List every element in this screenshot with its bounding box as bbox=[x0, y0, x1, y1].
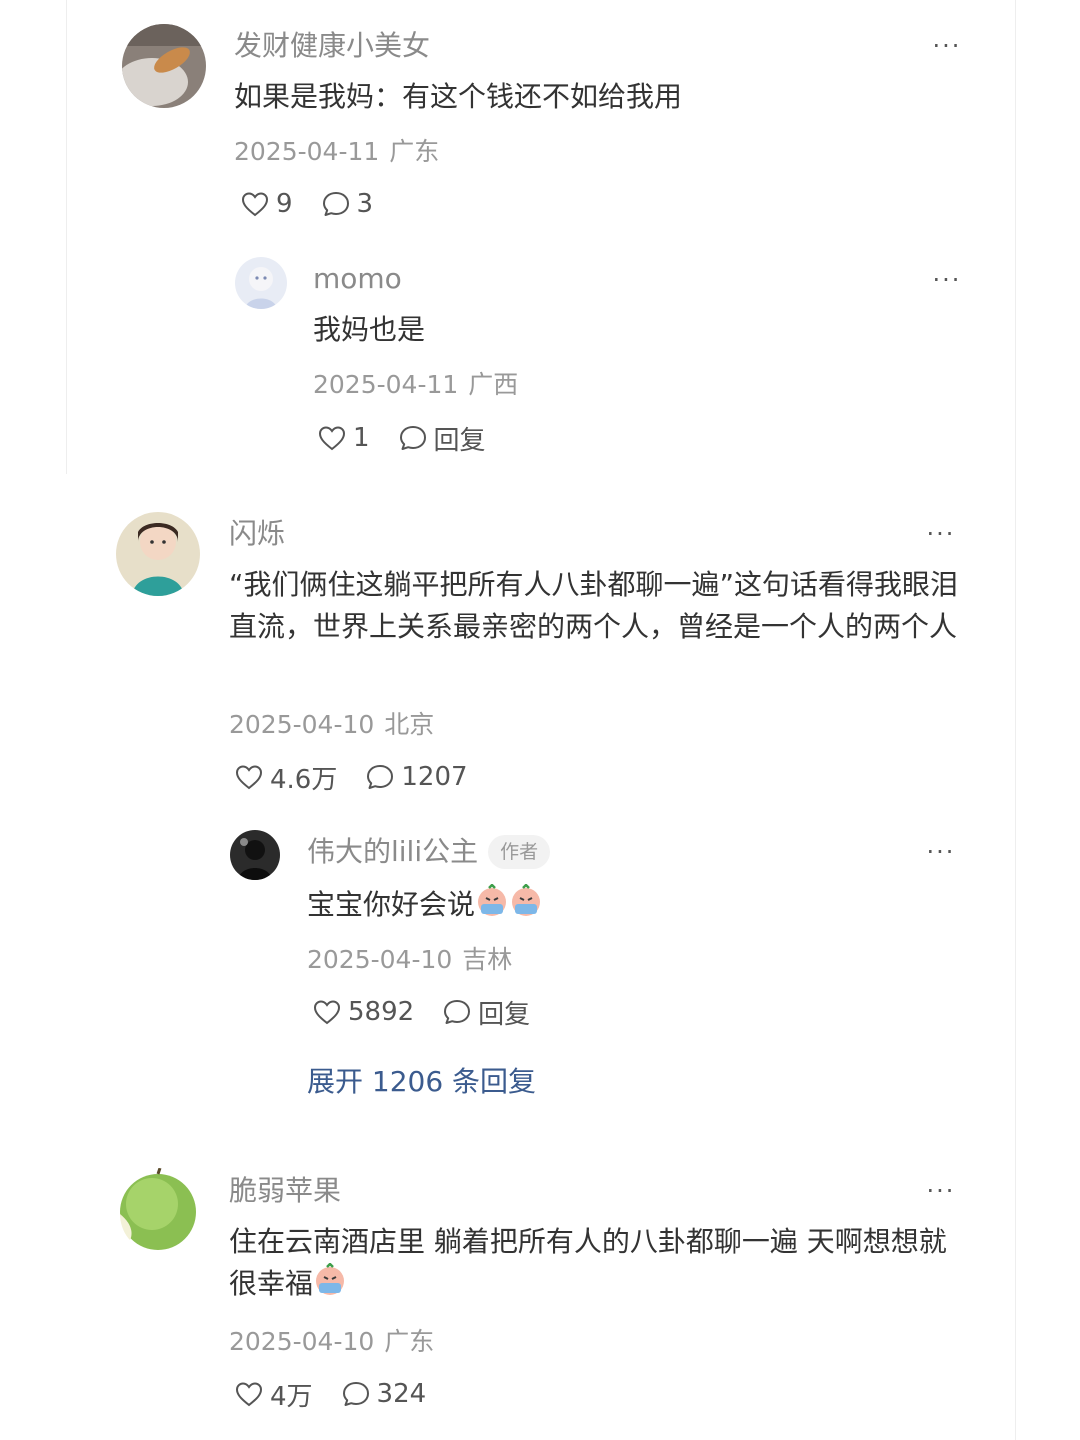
speech-bubble-icon bbox=[399, 426, 426, 450]
comment-text: “我们俩住这躺平把所有人八卦都聊一遍”这句话看得我眼泪直流，世界上关系最亲密的两… bbox=[229, 568, 959, 643]
like-button[interactable]: 4万 bbox=[234, 1376, 313, 1413]
like-count: 1 bbox=[353, 423, 370, 453]
reply-button[interactable]: 回复 bbox=[442, 994, 530, 1031]
more-dots-icon[interactable]: ··· bbox=[924, 1179, 958, 1203]
comment-meta: 2025-04-11 广东 bbox=[234, 136, 439, 168]
comment-date: 2025-04-10 bbox=[229, 710, 375, 739]
comment-date: 2025-04-10 bbox=[229, 1327, 375, 1356]
comment-button[interactable]: 3 bbox=[321, 189, 374, 219]
comment-text: 住在云南酒店里 躺着把所有人的八卦都聊一遍 天啊想想就很幸福 bbox=[229, 1221, 969, 1305]
crying-face-emoji bbox=[478, 884, 507, 916]
crying-face-emoji bbox=[512, 884, 541, 916]
reply-date: 2025-04-11 bbox=[313, 370, 459, 399]
speech-bubble-icon bbox=[444, 1000, 471, 1024]
reply-meta: 2025-04-11 广西 bbox=[313, 369, 518, 401]
heart-outline-icon bbox=[241, 192, 269, 217]
comment-username[interactable]: 闪烁 bbox=[229, 516, 285, 552]
reply-username[interactable]: momo bbox=[313, 261, 402, 297]
reply-actions: 1 回复 bbox=[317, 420, 486, 457]
avatar[interactable] bbox=[122, 24, 206, 108]
comment-location: 广东 bbox=[384, 1327, 435, 1356]
comment-meta: 2025-04-10 广东 bbox=[229, 1326, 434, 1358]
reply-date: 2025-04-10 bbox=[307, 945, 453, 974]
reply-text-content: 宝宝你好会说 bbox=[307, 888, 476, 921]
comment-text: 如果是我妈：有这个钱还不如给我用 bbox=[234, 80, 683, 113]
reply-location: 吉林 bbox=[462, 945, 513, 974]
reply-label: 回复 bbox=[433, 425, 486, 456]
comment-username[interactable]: 发财健康小美女 bbox=[234, 28, 430, 64]
like-button[interactable]: 5892 bbox=[312, 997, 414, 1027]
like-button[interactable]: 4.6万 bbox=[234, 759, 337, 796]
avatar[interactable] bbox=[230, 830, 280, 880]
speech-bubble-icon bbox=[367, 765, 394, 789]
reply-text: 我妈也是 bbox=[313, 313, 426, 346]
comment-meta: 2025-04-10 北京 bbox=[229, 709, 434, 741]
reply-username-text: 伟大的lili公主 bbox=[307, 835, 479, 868]
avatar[interactable] bbox=[116, 512, 200, 596]
speech-bubble-icon bbox=[322, 192, 349, 216]
like-count: 5892 bbox=[348, 997, 415, 1027]
more-dots-icon[interactable]: ··· bbox=[924, 522, 958, 546]
comment-location: 北京 bbox=[384, 710, 435, 739]
avatar[interactable] bbox=[116, 1168, 200, 1252]
heart-outline-icon bbox=[313, 1000, 341, 1025]
comment-button[interactable]: 324 bbox=[341, 1379, 427, 1409]
comment-actions: 4.6万 1207 bbox=[234, 759, 468, 796]
reply-count: 1207 bbox=[401, 762, 468, 792]
comment-button[interactable]: 1207 bbox=[365, 762, 468, 792]
reply-username[interactable]: 伟大的lili公主 作者 bbox=[307, 834, 551, 870]
reply-count: 3 bbox=[356, 189, 374, 219]
heart-outline-icon bbox=[235, 765, 263, 790]
reply-text: 宝宝你好会说 bbox=[307, 884, 947, 926]
reply-button[interactable]: 回复 bbox=[398, 420, 486, 457]
expand-replies-link[interactable]: 展开 1206 条回复 bbox=[307, 1064, 536, 1100]
like-button[interactable]: 9 bbox=[240, 189, 293, 219]
reply-meta: 2025-04-10 吉林 bbox=[307, 944, 512, 976]
comment-actions: 4万 324 bbox=[234, 1376, 427, 1413]
more-dots-icon[interactable]: ··· bbox=[930, 34, 964, 58]
reply-location: 广西 bbox=[468, 370, 519, 399]
crying-face-emoji bbox=[316, 1263, 345, 1295]
heart-outline-icon bbox=[235, 1382, 263, 1407]
reply-label: 回复 bbox=[478, 999, 531, 1030]
like-button[interactable]: 1 bbox=[317, 423, 370, 453]
more-dots-icon[interactable]: ··· bbox=[924, 840, 958, 864]
more-dots-icon[interactable]: ··· bbox=[930, 268, 964, 292]
like-count: 4万 bbox=[270, 1381, 313, 1412]
reply-actions: 5892 回复 bbox=[312, 994, 530, 1031]
comment-actions: 9 3 bbox=[240, 187, 373, 221]
like-count: 4.6万 bbox=[270, 764, 338, 795]
speech-bubble-icon bbox=[342, 1382, 369, 1406]
comment-block-1 bbox=[66, 0, 1016, 474]
reply-count: 324 bbox=[376, 1379, 427, 1409]
like-count: 9 bbox=[276, 189, 293, 219]
author-badge: 作者 bbox=[488, 835, 551, 869]
heart-outline-icon bbox=[318, 426, 346, 451]
comment-date: 2025-04-11 bbox=[234, 137, 380, 166]
comment-location: 广东 bbox=[389, 137, 440, 166]
comment-username[interactable]: 脆弱苹果 bbox=[229, 1173, 341, 1209]
avatar[interactable] bbox=[235, 257, 287, 309]
